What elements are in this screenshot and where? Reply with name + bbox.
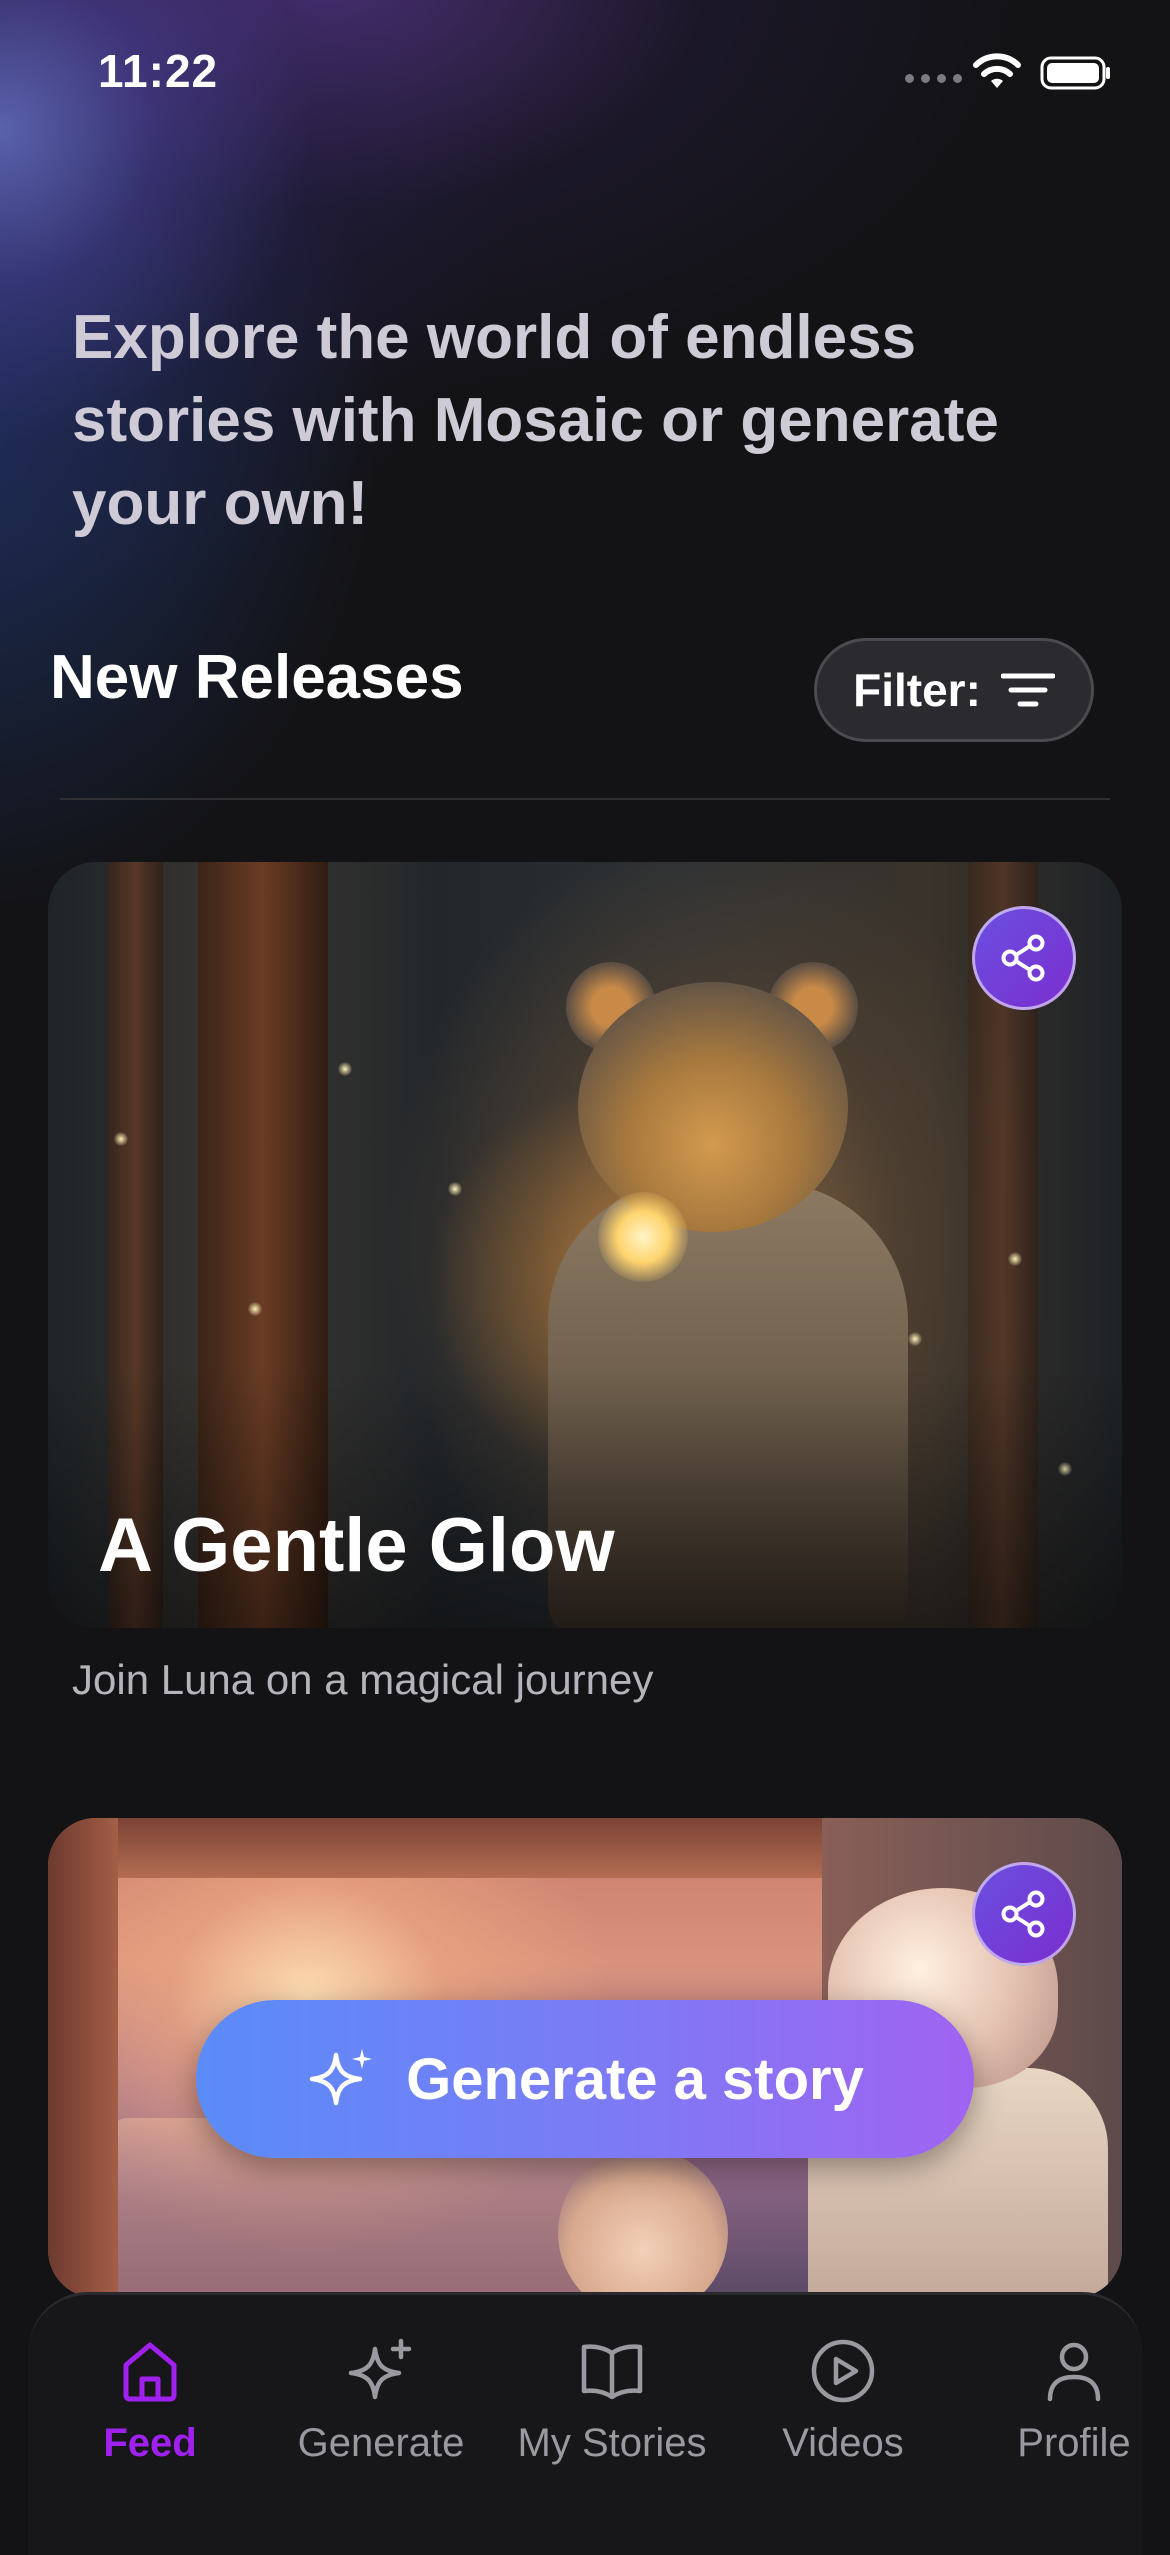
- sparkles-icon: [348, 2338, 412, 2400]
- play-circle-icon: [811, 2339, 875, 2403]
- story-subtitle: Join Luna on a magical journey: [72, 1656, 654, 1703]
- share-icon: [1001, 934, 1045, 982]
- story-card[interactable]: A Gentle Glow: [48, 862, 1122, 1628]
- glowing-light-image: [598, 1192, 688, 1282]
- card-gradient-overlay: [48, 1368, 1122, 1628]
- tab-feed[interactable]: Feed: [50, 2335, 250, 2466]
- generate-story-label: Generate a story: [406, 2046, 864, 2112]
- sparkles-icon: [309, 2049, 373, 2106]
- generate-story-button[interactable]: Generate a story: [196, 2000, 974, 2158]
- cellular-signal-icon: [905, 74, 962, 83]
- tab-label: My Stories: [517, 2421, 707, 2465]
- tab-videos[interactable]: Videos: [743, 2335, 943, 2466]
- hero-tagline: Explore the world of endless stories wit…: [72, 303, 999, 538]
- section-divider: [60, 798, 1110, 800]
- wifi-icon: [973, 53, 1021, 88]
- firefly-dot: [338, 1062, 352, 1076]
- share-button[interactable]: [972, 906, 1076, 1010]
- tab-label: Profile: [1017, 2421, 1131, 2465]
- filter-lines-icon: [1000, 673, 1055, 707]
- firefly-dot: [248, 1302, 262, 1316]
- tab-label: Videos: [782, 2421, 904, 2465]
- status-bar: 11:22: [0, 0, 1170, 140]
- firefly-dot: [114, 1132, 128, 1146]
- firefly-dot: [448, 1182, 462, 1196]
- filter-button[interactable]: Filter:: [814, 638, 1094, 742]
- home-icon: [123, 2342, 177, 2402]
- story-title: A Gentle Glow: [98, 1503, 615, 1588]
- section-title: New Releases: [50, 643, 464, 712]
- share-button[interactable]: [972, 1862, 1076, 1966]
- tab-generate[interactable]: Generate: [281, 2335, 481, 2466]
- girl-face-image: [558, 2148, 728, 2298]
- arch-image: [48, 1818, 118, 2298]
- tab-profile[interactable]: Profile: [974, 2335, 1170, 2466]
- battery-icon: [1040, 56, 1110, 90]
- tab-my-stories[interactable]: My Stories: [512, 2335, 712, 2466]
- filter-label: Filter:: [853, 664, 981, 716]
- firefly-dot: [1008, 1252, 1022, 1266]
- tab-label: Feed: [103, 2421, 197, 2465]
- bottom-tab-bar: Feed Generate My Stories Videos Profile: [28, 2292, 1142, 2555]
- person-icon: [1047, 2342, 1101, 2402]
- firefly-dot: [908, 1332, 922, 1346]
- book-icon: [581, 2344, 643, 2400]
- tab-label: Generate: [297, 2421, 465, 2465]
- share-icon: [1001, 1890, 1045, 1938]
- bear-head-image: [578, 982, 848, 1232]
- status-time: 11:22: [98, 45, 219, 97]
